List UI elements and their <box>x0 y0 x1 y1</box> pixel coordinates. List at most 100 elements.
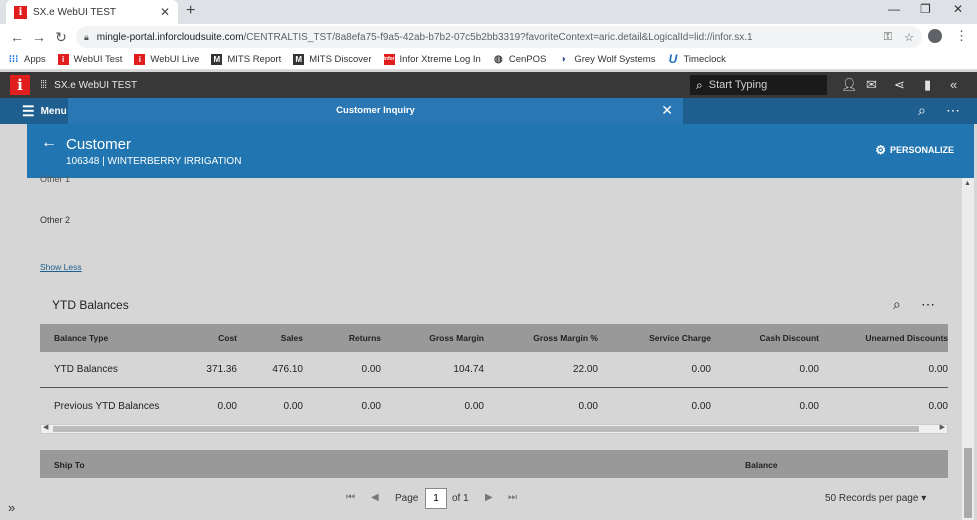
scroll-right-icon[interactable]: ▶ <box>940 423 945 431</box>
bookmark-webui-test[interactable]: i WebUI Test <box>57 54 122 65</box>
horizontal-scrollbar[interactable]: ◀ ▶ <box>40 424 948 434</box>
address-bar[interactable]: 🔒︎ mingle-portal.inforcloudsuite.com/CEN… <box>76 26 922 48</box>
bookmark-cenpos[interactable]: ◍ CenPOS <box>493 54 546 65</box>
table-cell: 104.74 <box>453 364 484 375</box>
minimize-icon[interactable]: — <box>888 2 900 16</box>
global-search: ⌕ <box>690 75 827 95</box>
bookmark-timeclock[interactable]: U Timeclock <box>667 52 726 66</box>
bookmark-mits-report[interactable]: M MITS Report <box>211 54 281 65</box>
browser-menu-icon[interactable]: ⋮ <box>955 28 968 44</box>
profile-avatar-icon[interactable] <box>928 29 942 43</box>
infor-i-icon: i <box>134 54 146 65</box>
bookmarks-bar: ⁝⁝⁝ Apps i WebUI Test i WebUI Live M MITS Re… <box>0 50 977 70</box>
close-tab-icon[interactable]: ✕ <box>661 102 673 119</box>
page-count: of 1 <box>452 493 469 504</box>
table-cell: YTD Balances <box>54 364 118 375</box>
mits-icon: M <box>211 54 223 65</box>
browser-tab[interactable]: i SX.e WebUI TEST ✕ <box>6 0 178 24</box>
column-header[interactable]: Sales <box>237 333 303 343</box>
page-title: Customer <box>66 136 132 153</box>
bookmark-mits-discover[interactable]: M MITS Discover <box>293 54 372 65</box>
ship-to-grid-header: Ship To Balance <box>40 450 948 478</box>
reload-icon[interactable]: ↻ <box>50 29 72 46</box>
new-tab-button[interactable]: + <box>186 2 195 20</box>
menu-label: Menu <box>40 106 67 117</box>
expand-icon[interactable]: » <box>8 500 15 515</box>
menu-button[interactable]: ☰ Menu <box>22 103 67 120</box>
mail-icon[interactable]: ✉ <box>866 77 877 93</box>
tab-customer-inquiry[interactable]: Customer Inquiry ✕ <box>68 98 683 124</box>
more-icon[interactable]: ⋯ <box>921 296 936 313</box>
scrollbar-thumb[interactable] <box>964 448 972 518</box>
column-header[interactable]: Gross Margin <box>381 333 484 343</box>
column-header[interactable]: Returns <box>303 333 381 343</box>
close-tab-icon[interactable]: ✕ <box>160 5 170 19</box>
collapse-panel-icon[interactable]: « <box>950 77 957 92</box>
app-switcher-icon[interactable]: ⁞⁞⁞ <box>40 79 47 91</box>
page-label: Page <box>395 493 419 504</box>
column-header[interactable]: Balance <box>745 460 778 470</box>
table-cell: 0.00 <box>283 400 303 412</box>
vertical-scrollbar[interactable]: ▲ <box>962 178 974 520</box>
records-per-page-dropdown[interactable]: 50 Records per page ▾ <box>825 493 926 504</box>
table-cell: 0.00 <box>799 400 819 412</box>
bookmark-grey-wolf[interactable]: ◗ Grey Wolf Systems <box>558 54 656 65</box>
bookmark-apps[interactable]: ⁝⁝⁝ Apps <box>8 54 46 65</box>
user-icon[interactable]: 👤︎ <box>841 77 858 93</box>
last-page-icon[interactable]: ⏭ <box>508 492 517 503</box>
global-search-input[interactable] <box>708 79 819 91</box>
scroll-left-icon[interactable]: ◀ <box>43 423 48 431</box>
share-icon[interactable]: ⋖ <box>894 77 905 93</box>
forward-arrow-icon[interactable]: → <box>28 29 50 45</box>
key-icon[interactable]: ⚿ <box>884 31 892 44</box>
restore-icon[interactable]: ❐ <box>920 2 931 16</box>
page-number-input[interactable] <box>425 488 447 509</box>
column-header[interactable]: Balance Type <box>40 333 170 343</box>
bookmark-webui-live[interactable]: i WebUI Live <box>134 54 199 65</box>
gear-icon: ⚙ <box>875 143 886 157</box>
grid-header: Balance Type Cost Sales Returns Gross Ma… <box>40 324 948 352</box>
search-icon[interactable]: ⌕ <box>918 102 926 119</box>
url-text: mingle-portal.inforcloudsuite.com/CENTRA… <box>96 31 753 43</box>
scroll-up-icon[interactable]: ▲ <box>964 180 971 187</box>
table-cell: 0.00 <box>217 400 237 412</box>
chevron-down-icon: ▾ <box>921 493 927 504</box>
column-header[interactable]: Service Charge <box>598 333 711 343</box>
show-less-link[interactable]: Show Less <box>40 262 82 272</box>
u-icon: U <box>668 52 678 66</box>
search-icon[interactable]: ⌕ <box>893 296 901 313</box>
column-header[interactable]: Unearned Discounts <box>819 333 948 343</box>
apps-grid-icon: ⁝⁝⁝ <box>8 54 19 65</box>
column-header[interactable]: Cost <box>170 333 237 343</box>
back-arrow-icon[interactable]: ← <box>41 134 57 152</box>
more-icon[interactable]: ⋯ <box>946 102 960 119</box>
left-rail <box>0 124 27 520</box>
table-cell: 0.00 <box>464 400 484 412</box>
infor-logo[interactable]: i <box>10 75 30 95</box>
close-window-icon[interactable]: ✕ <box>953 2 963 16</box>
personalize-button[interactable]: ⚙ PERSONALIZE <box>875 143 954 157</box>
app-name: SX.e WebUI TEST <box>54 79 138 91</box>
browser-tab-title: SX.e WebUI TEST <box>33 6 116 18</box>
mits-icon: M <box>293 54 305 65</box>
bookmark-icon[interactable]: ▮ <box>924 77 931 93</box>
first-page-icon[interactable]: ⏮ <box>346 492 355 503</box>
prev-page-icon[interactable]: ◀ <box>371 492 379 503</box>
scrollbar-thumb[interactable] <box>53 426 919 432</box>
lock-icon: 🔒︎ <box>84 31 89 42</box>
table-cell: 0.00 <box>361 364 381 375</box>
table-cell: 0.00 <box>578 400 598 412</box>
table-row[interactable]: YTD Balances 371.36 476.10 0.00 104.74 2… <box>40 352 948 388</box>
infor-i-icon: i <box>57 54 69 65</box>
bookmark-infor-xtreme[interactable]: infor Infor Xtreme Log In <box>383 54 481 65</box>
column-header[interactable]: Gross Margin % <box>484 333 598 343</box>
star-icon[interactable]: ☆ <box>904 31 914 44</box>
back-arrow-icon[interactable]: ← <box>6 29 28 45</box>
column-header[interactable]: Cash Discount <box>711 333 819 343</box>
table-cell: 0.00 <box>928 364 948 375</box>
table-row[interactable]: Previous YTD Balances 0.00 0.00 0.00 0.0… <box>40 388 948 424</box>
tab-label: Customer Inquiry <box>336 105 415 116</box>
table-cell: 0.00 <box>361 400 381 412</box>
next-page-icon[interactable]: ▶ <box>485 492 493 503</box>
column-header[interactable]: Ship To <box>54 460 85 470</box>
